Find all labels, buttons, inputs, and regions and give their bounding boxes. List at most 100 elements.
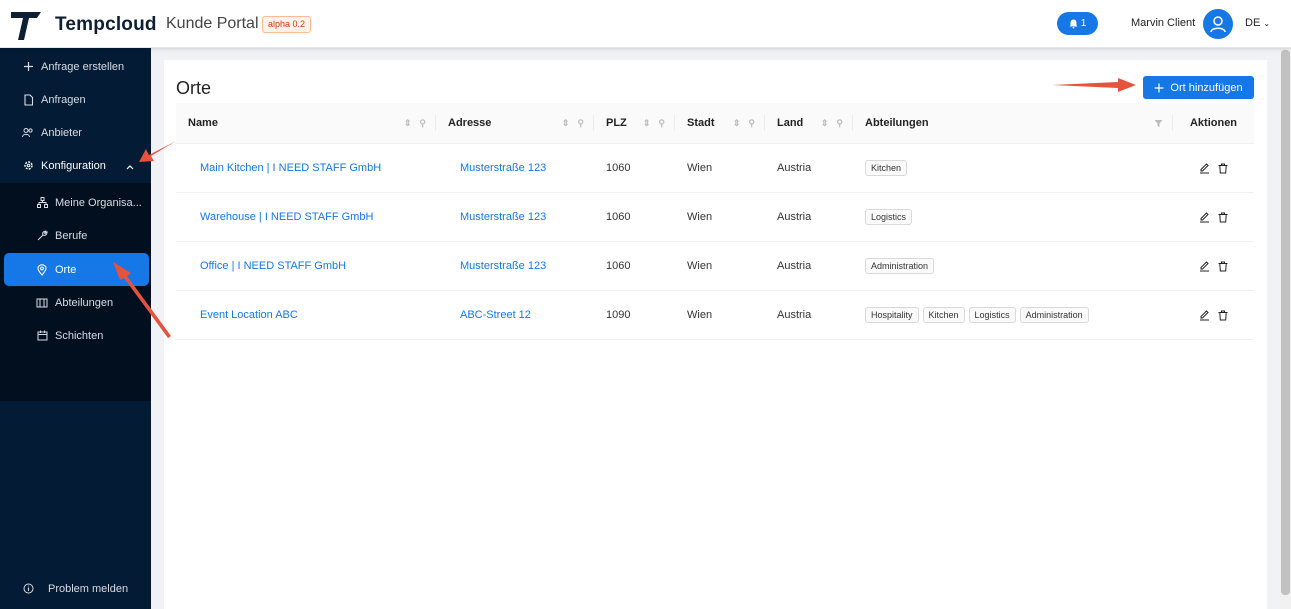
location-country: Austria [765, 143, 853, 193]
location-address-link[interactable]: Musterstraße 123 [436, 143, 594, 193]
delete-icon[interactable] [1218, 310, 1228, 321]
location-address[interactable]: ABC-Street 12 [448, 309, 531, 321]
department-tag: Logistics [865, 209, 913, 225]
location-name-link[interactable]: Event Location ABC [176, 290, 436, 340]
location-address[interactable]: Musterstraße 123 [448, 260, 546, 272]
table-row[interactable]: Event Location ABC ABC-Street 12 1090 Wi… [176, 290, 1254, 340]
column-header-address[interactable]: Adresse ⇕ ⚲ [436, 103, 594, 144]
row-actions [1173, 143, 1254, 193]
sidebar-item-abteilungen[interactable]: Abteilungen [0, 286, 151, 319]
column-header-stadt[interactable]: Stadt ⇕ ⚲ [675, 103, 765, 144]
plus-icon [22, 61, 34, 73]
sidebar-item-konfiguration[interactable]: Konfiguration [0, 149, 151, 182]
chevron-down-icon: ⌄ [1263, 19, 1271, 28]
column-label: PLZ [606, 117, 627, 129]
location-address[interactable]: Musterstraße 123 [448, 162, 546, 174]
scrollbar-thumb[interactable] [1281, 50, 1290, 595]
location-city: Wien [675, 290, 765, 340]
calendar-icon [36, 330, 48, 342]
department-tag: Administration [1019, 307, 1089, 323]
sidebar-item-anbieter[interactable]: Anbieter [0, 116, 151, 149]
edit-icon[interactable] [1199, 309, 1210, 321]
department-tag: Kitchen [922, 307, 965, 323]
department-tag: Administration [865, 258, 935, 274]
location-address-link[interactable]: ABC-Street 12 [436, 290, 594, 340]
filter-icon[interactable] [1154, 119, 1163, 128]
table-row[interactable]: Main Kitchen | I NEED STAFF GmbH Musters… [176, 143, 1254, 193]
search-icon[interactable]: ⚲ [836, 118, 843, 129]
portal-name: Kunde Portal [166, 15, 259, 32]
sort-icon[interactable]: ⇕ [404, 118, 412, 129]
column-header-land[interactable]: Land ⇕ ⚲ [765, 103, 853, 144]
sort-filter-icons[interactable]: ⇕ ⚲ [733, 118, 755, 129]
location-address[interactable]: Musterstraße 123 [448, 211, 546, 223]
sidebar-item-label: Anbieter [41, 126, 82, 139]
column-label: Adresse [448, 117, 492, 129]
row-actions [1173, 241, 1254, 291]
search-icon[interactable]: ⚲ [658, 118, 665, 129]
sidebar-item-meine-organisation[interactable]: Meine Organisa... [0, 186, 151, 219]
column-label: Abteilungen [865, 117, 929, 129]
column-header-plz[interactable]: PLZ ⇕ ⚲ [594, 103, 675, 144]
location-name[interactable]: Office | I NEED STAFF GmbH [188, 260, 346, 272]
language-selector[interactable]: DE ⌄ [1245, 17, 1270, 29]
sort-filter-icons[interactable]: ⇕ ⚲ [643, 118, 665, 129]
sort-filter-icons[interactable]: ⇕ ⚲ [404, 118, 426, 129]
delete-icon[interactable] [1218, 163, 1228, 174]
add-location-button[interactable]: Ort hinzufügen [1143, 76, 1254, 99]
sort-filter-icons[interactable]: ⇕ ⚲ [562, 118, 584, 129]
location-departments: Hospitality Kitchen Logistics Administratio… [853, 290, 1173, 340]
sidebar-item-berufe[interactable]: Berufe [0, 219, 151, 252]
edit-icon[interactable] [1199, 260, 1210, 272]
report-problem-link[interactable]: Problem melden [0, 572, 151, 605]
location-plz: 1060 [594, 241, 675, 291]
location-name-link[interactable]: Warehouse | I NEED STAFF GmbH [176, 192, 436, 242]
sidebar-item-label: Orte [55, 263, 77, 276]
delete-icon[interactable] [1218, 212, 1228, 223]
location-plz: 1090 [594, 290, 675, 340]
location-address-link[interactable]: Musterstraße 123 [436, 192, 594, 242]
location-name-link[interactable]: Office | I NEED STAFF GmbH [176, 241, 436, 291]
version-badge: alpha 0.2 [262, 16, 312, 33]
sort-filter-icons[interactable]: ⇕ ⚲ [821, 118, 843, 129]
sidebar-item-label: Berufe [55, 229, 88, 242]
location-name[interactable]: Warehouse | I NEED STAFF GmbH [188, 211, 373, 223]
info-icon [22, 583, 34, 595]
location-departments: Administration [853, 241, 1173, 291]
sidebar-item-orte[interactable]: Orte [4, 253, 149, 286]
document-icon [22, 93, 34, 106]
sidebar-item-schichten[interactable]: Schichten [0, 319, 151, 352]
column-header-abteilungen[interactable]: Abteilungen [853, 103, 1173, 144]
sort-icon[interactable]: ⇕ [643, 118, 651, 129]
location-plz: 1060 [594, 143, 675, 193]
location-name-link[interactable]: Main Kitchen | I NEED STAFF GmbH [176, 143, 436, 193]
notification-button[interactable]: 1 [1057, 12, 1098, 35]
brand-name[interactable]: Tempcloud [55, 14, 157, 36]
user-avatar[interactable] [1203, 9, 1233, 39]
tempcloud-logo[interactable] [9, 8, 43, 42]
sort-icon[interactable]: ⇕ [733, 118, 741, 129]
delete-icon[interactable] [1218, 261, 1228, 272]
sort-icon[interactable]: ⇕ [562, 118, 570, 129]
column-header-name[interactable]: Name ⇕ ⚲ [176, 103, 436, 144]
search-icon[interactable]: ⚲ [748, 118, 755, 129]
edit-icon[interactable] [1199, 211, 1210, 223]
locations-table: Name ⇕ ⚲ Adresse ⇕ ⚲ PLZ ⇕ ⚲ Stadt ⇕ ⚲ Land ⇕ ⚲ Ab… [176, 103, 1254, 340]
edit-icon[interactable] [1199, 162, 1210, 174]
location-address-link[interactable]: Musterstraße 123 [436, 241, 594, 291]
sidebar-item-anfragen[interactable]: Anfragen [0, 83, 151, 116]
sort-icon[interactable]: ⇕ [821, 118, 829, 129]
user-name[interactable]: Marvin Client [1131, 17, 1195, 29]
location-name[interactable]: Event Location ABC [188, 309, 298, 321]
user-icon [1210, 16, 1226, 33]
search-icon[interactable]: ⚲ [419, 118, 426, 129]
location-country: Austria [765, 241, 853, 291]
sidebar-item-label: Meine Organisa... [55, 196, 142, 209]
location-name[interactable]: Main Kitchen | I NEED STAFF GmbH [188, 162, 381, 174]
sidebar-item-label: Abteilungen [55, 296, 114, 309]
gear-icon [22, 160, 34, 172]
table-row[interactable]: Office | I NEED STAFF GmbH Musterstraße … [176, 241, 1254, 291]
search-icon[interactable]: ⚲ [577, 118, 584, 129]
table-row[interactable]: Warehouse | I NEED STAFF GmbH Musterstra… [176, 192, 1254, 242]
sidebar-item-anfrage-erstellen[interactable]: Anfrage erstellen [0, 50, 151, 83]
